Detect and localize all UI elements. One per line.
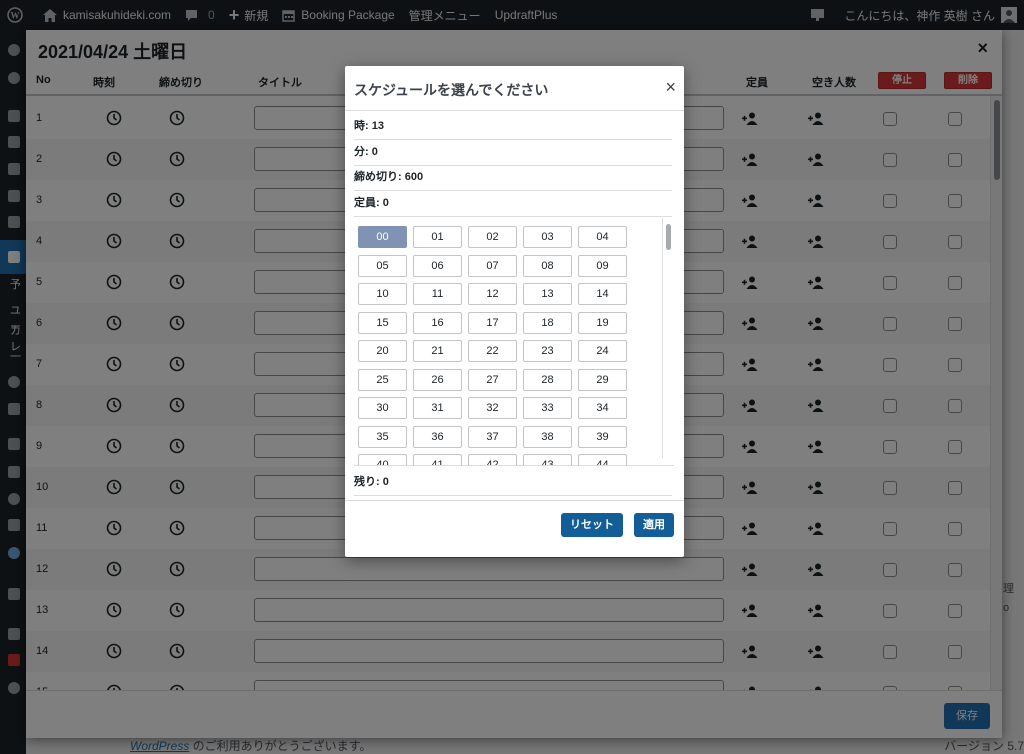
number-button[interactable]: 10 — [358, 283, 407, 305]
number-grid: 00 01 02 03 04 05 06 07 08 09 10 11 12 13 14 15 16 17 18 19… — [354, 218, 674, 466]
number-button[interactable]: 04 — [578, 226, 627, 248]
number-button[interactable]: 12 — [468, 283, 517, 305]
number-button[interactable]: 09 — [578, 254, 627, 277]
remaining-value: 残り: 0 — [354, 471, 672, 496]
picker-title: スケジュールを選んでください — [354, 82, 549, 98]
number-button[interactable]: 25 — [358, 368, 407, 391]
number-button[interactable]: 41 — [413, 454, 462, 465]
number-button[interactable]: 43 — [523, 454, 572, 465]
number-button[interactable]: 15 — [358, 311, 407, 334]
apply-button[interactable]: 適用 — [634, 513, 674, 537]
number-button[interactable]: 06 — [413, 254, 462, 277]
number-button[interactable]: 37 — [468, 425, 517, 448]
minute-value: 分: 0 — [354, 141, 672, 166]
number-button[interactable]: 03 — [523, 226, 572, 248]
number-button[interactable]: 21 — [413, 340, 462, 362]
number-button[interactable]: 42 — [468, 454, 517, 465]
number-button[interactable]: 34 — [578, 397, 627, 419]
number-button[interactable]: 01 — [413, 226, 462, 248]
number-button[interactable]: 28 — [523, 368, 572, 391]
number-button[interactable]: 00 — [358, 226, 407, 248]
number-button[interactable]: 19 — [578, 311, 627, 334]
number-button[interactable]: 30 — [358, 397, 407, 419]
number-button[interactable]: 38 — [523, 425, 572, 448]
number-button[interactable]: 16 — [413, 311, 462, 334]
deadline-value: 締め切り: 600 — [354, 166, 672, 191]
hour-value: 時: 13 — [354, 115, 672, 140]
number-button[interactable]: 08 — [523, 254, 572, 277]
schedule-picker-dialog: スケジュールを選んでください × 時: 13 分: 0 締め切り: 600 定員… — [345, 66, 684, 557]
number-button[interactable]: 13 — [523, 283, 572, 305]
number-button[interactable]: 26 — [413, 368, 462, 391]
number-button[interactable]: 20 — [358, 340, 407, 362]
number-button[interactable]: 36 — [413, 425, 462, 448]
grid-scrollbar[interactable] — [662, 218, 674, 458]
picker-divider — [345, 110, 684, 111]
picker-footer: リセット 適用 — [345, 500, 684, 557]
picker-close-button[interactable]: × — [665, 78, 676, 96]
number-button[interactable]: 24 — [578, 340, 627, 362]
number-button[interactable]: 44 — [578, 454, 627, 465]
number-button[interactable]: 22 — [468, 340, 517, 362]
reset-button[interactable]: リセット — [561, 513, 623, 537]
capacity-value: 定員: 0 — [354, 192, 672, 217]
number-button[interactable]: 14 — [578, 283, 627, 305]
number-button[interactable]: 23 — [523, 340, 572, 362]
number-button[interactable]: 05 — [358, 254, 407, 277]
number-button[interactable]: 33 — [523, 397, 572, 419]
number-button[interactable]: 39 — [578, 425, 627, 448]
number-button[interactable]: 02 — [468, 226, 517, 248]
number-button[interactable]: 11 — [413, 283, 462, 305]
number-button[interactable]: 40 — [358, 454, 407, 465]
number-button[interactable]: 32 — [468, 397, 517, 419]
number-button[interactable]: 29 — [578, 368, 627, 391]
number-button[interactable]: 18 — [523, 311, 572, 334]
number-button[interactable]: 31 — [413, 397, 462, 419]
number-button[interactable]: 17 — [468, 311, 517, 334]
number-button[interactable]: 27 — [468, 368, 517, 391]
number-button[interactable]: 35 — [358, 425, 407, 448]
grid-scroll-thumb[interactable] — [666, 224, 671, 250]
number-button[interactable]: 07 — [468, 254, 517, 277]
